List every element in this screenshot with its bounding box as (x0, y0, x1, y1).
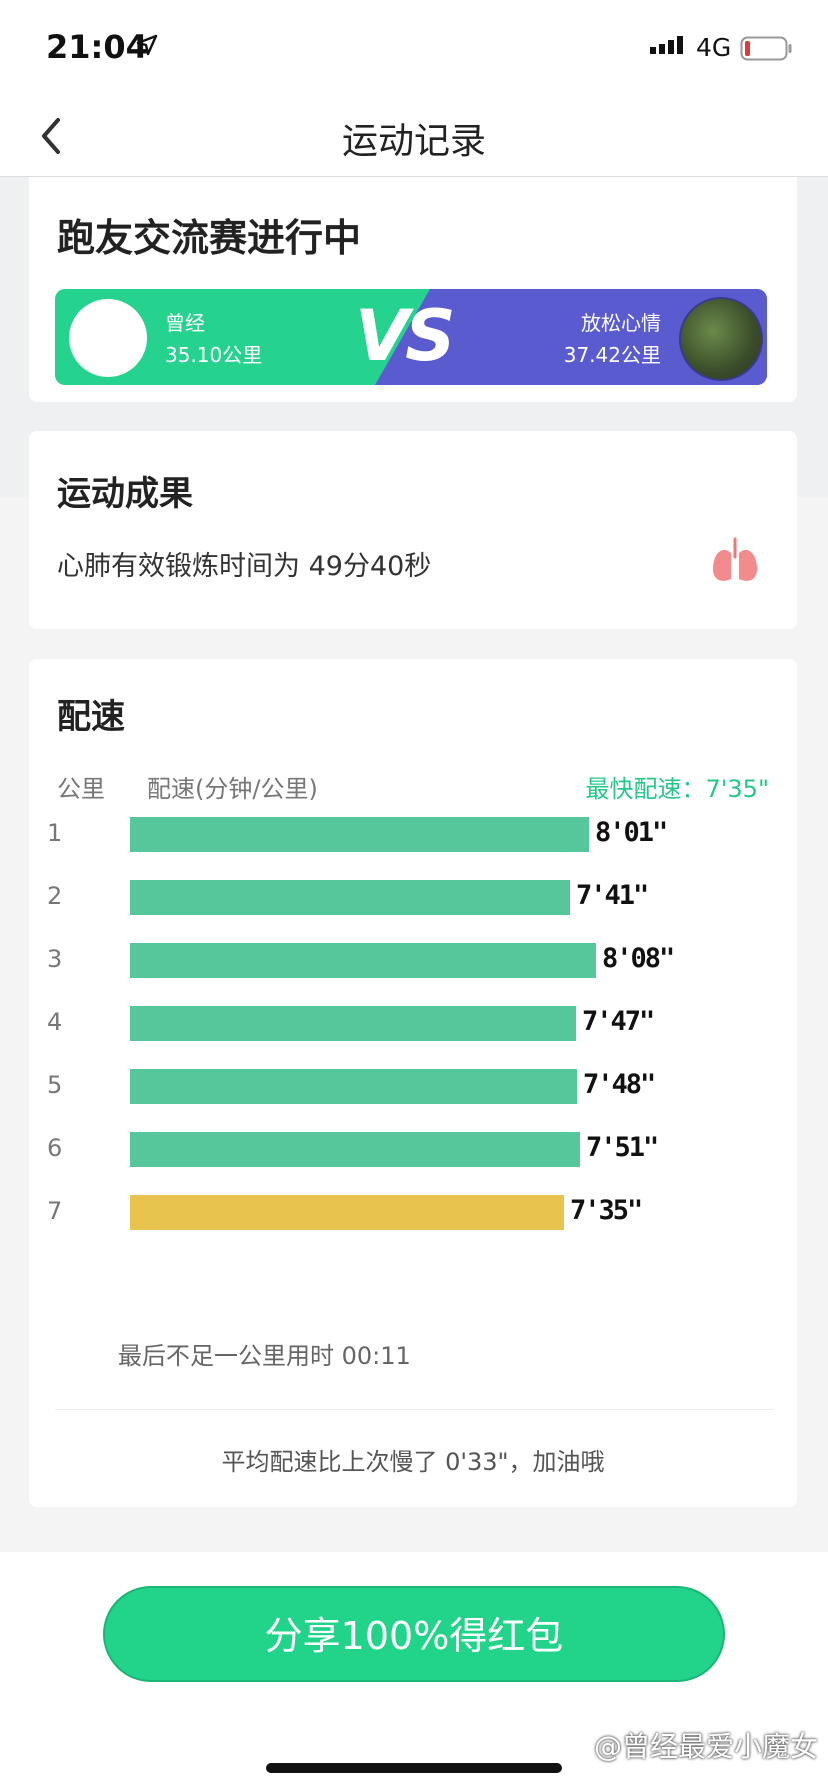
watermark-text: @曾经最爱小魔女 (593, 1730, 818, 1763)
battery-icon (740, 36, 792, 61)
left-player-name: 曾经 (165, 311, 205, 335)
signal-icon (650, 36, 683, 54)
result-title: 运动成果 (57, 474, 193, 514)
pace-bar (130, 943, 596, 978)
pace-value-label: 7'35" (570, 1195, 643, 1226)
pace-bar (130, 1132, 580, 1167)
pace-value-label: 8'08" (602, 943, 675, 974)
pace-column-header: 配速(分钟/公里) (147, 775, 318, 803)
fastest-pace: 最快配速：7'35" (585, 775, 769, 803)
race-card[interactable]: 跑友交流赛进行中 曾经 35.10公里 VS 放松心情 37.42公里 (29, 177, 797, 402)
pace-row-km: 6 (47, 1134, 63, 1162)
pace-row-km: 4 (47, 1008, 63, 1036)
pace-row-km: 1 (47, 819, 63, 847)
pace-bar (130, 1006, 576, 1041)
last-km-note: 最后不足一公里用时 00:11 (118, 1342, 411, 1370)
pace-value-label: 8'01" (595, 817, 668, 848)
pace-card: 配速 公里 配速(分钟/公里) 最快配速：7'35" 1 8'01" 2 7'41" 3… (29, 659, 797, 1507)
divider (55, 1409, 773, 1410)
average-pace-note: 平均配速比上次慢了 0'33"，加油哦 (221, 1448, 605, 1476)
race-title: 跑友交流赛进行中 (57, 216, 362, 260)
pace-title: 配速 (57, 697, 125, 737)
vs-bar[interactable]: 曾经 35.10公里 VS 放松心情 37.42公里 (55, 289, 767, 385)
page-title: 运动记录 (341, 121, 486, 162)
right-player-name: 放松心情 (581, 311, 661, 335)
pace-row-km: 2 (47, 882, 63, 910)
pace-value-label: 7'51" (586, 1132, 659, 1163)
cardio-time-text: 心肺有效锻炼时间为 49分40秒 (57, 551, 432, 582)
right-player-distance: 37.42公里 (563, 343, 661, 367)
home-indicator[interactable] (266, 1763, 562, 1773)
status-time: 21:04 (46, 28, 148, 66)
lungs-icon (713, 537, 757, 581)
result-card: 运动成果 心肺有效锻炼时间为 49分40秒 (29, 431, 797, 629)
pace-bar (130, 1195, 564, 1230)
pace-row-km: 7 (47, 1197, 63, 1225)
pace-bar (130, 880, 570, 915)
pace-value-label: 7'48" (583, 1069, 656, 1100)
left-player-distance: 35.10公里 (165, 343, 263, 367)
vs-label: VS (355, 295, 456, 377)
network-type: 4G (696, 33, 732, 62)
right-player-avatar[interactable] (679, 297, 763, 381)
nav-bar: 运动记录 (0, 96, 828, 177)
pace-row-km: 3 (47, 945, 63, 973)
pace-value-label: 7'47" (582, 1006, 655, 1037)
share-button[interactable]: 分享100%得红包 (103, 1586, 725, 1682)
location-arrow-icon (136, 34, 158, 56)
pace-value-label: 7'41" (576, 880, 649, 911)
pace-bar (130, 817, 589, 852)
pace-row-km: 5 (47, 1071, 63, 1099)
pace-bar (130, 1069, 577, 1104)
status-bar: 21:04 4G (0, 0, 828, 96)
km-column-header: 公里 (57, 775, 105, 803)
left-player-avatar[interactable] (69, 299, 147, 377)
